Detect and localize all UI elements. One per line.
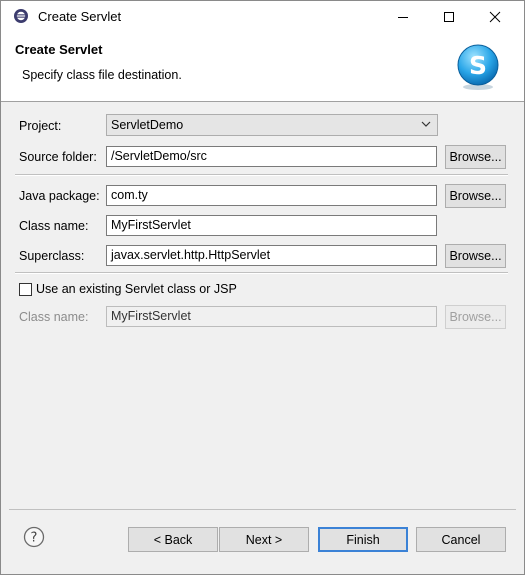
next-button[interactable]: Next > bbox=[219, 527, 309, 552]
banner-description: Specify class file destination. bbox=[22, 68, 182, 82]
svg-text:S: S bbox=[469, 51, 487, 80]
finish-button[interactable]: Finish bbox=[318, 527, 408, 552]
svg-text:?: ? bbox=[31, 531, 38, 546]
minimize-button[interactable] bbox=[380, 1, 426, 32]
java-package-input[interactable]: com.ty bbox=[106, 185, 437, 206]
source-folder-input[interactable]: /ServletDemo/src bbox=[106, 146, 437, 167]
cancel-button[interactable]: Cancel bbox=[416, 527, 506, 552]
servlet-logo-icon: S bbox=[457, 44, 499, 90]
superclass-browse-button[interactable]: Browse... bbox=[445, 244, 506, 268]
existing-class-name-input: MyFirstServlet bbox=[106, 306, 437, 327]
project-label: Project: bbox=[19, 119, 62, 133]
project-select-value: ServletDemo bbox=[111, 118, 184, 132]
existing-class-browse-button: Browse... bbox=[445, 305, 506, 329]
close-icon bbox=[489, 11, 501, 22]
use-existing-label[interactable]: Use an existing Servlet class or JSP bbox=[36, 282, 237, 296]
separator bbox=[15, 272, 508, 274]
java-package-label: Java package: bbox=[19, 189, 100, 203]
title-bar: Create Servlet bbox=[1, 1, 524, 32]
wizard-banner: Create Servlet Specify class file destin… bbox=[1, 32, 524, 102]
separator bbox=[15, 174, 508, 176]
eclipse-icon bbox=[14, 9, 28, 23]
chevron-down-icon bbox=[421, 121, 431, 127]
project-select[interactable]: ServletDemo bbox=[106, 114, 438, 136]
class-name-label: Class name: bbox=[19, 219, 89, 233]
maximize-button[interactable] bbox=[426, 1, 472, 32]
superclass-input[interactable]: javax.servlet.http.HttpServlet bbox=[106, 245, 437, 266]
minimize-icon bbox=[398, 16, 408, 18]
use-existing-checkbox[interactable] bbox=[19, 283, 32, 296]
class-name-input[interactable]: MyFirstServlet bbox=[106, 215, 437, 236]
help-icon[interactable]: ? bbox=[23, 526, 45, 548]
java-package-browse-button[interactable]: Browse... bbox=[445, 184, 506, 208]
close-button[interactable] bbox=[472, 1, 518, 32]
footer-separator bbox=[9, 509, 516, 510]
source-folder-label: Source folder: bbox=[19, 150, 97, 164]
maximize-icon bbox=[444, 11, 454, 22]
existing-class-name-label: Class name: bbox=[19, 310, 89, 324]
superclass-label: Superclass: bbox=[19, 249, 85, 263]
source-folder-browse-button[interactable]: Browse... bbox=[445, 145, 506, 169]
back-button[interactable]: < Back bbox=[128, 527, 218, 552]
banner-title: Create Servlet bbox=[15, 42, 103, 57]
create-servlet-dialog: Create Servlet Create Servlet Specify cl… bbox=[0, 0, 525, 575]
window-title: Create Servlet bbox=[38, 9, 122, 24]
